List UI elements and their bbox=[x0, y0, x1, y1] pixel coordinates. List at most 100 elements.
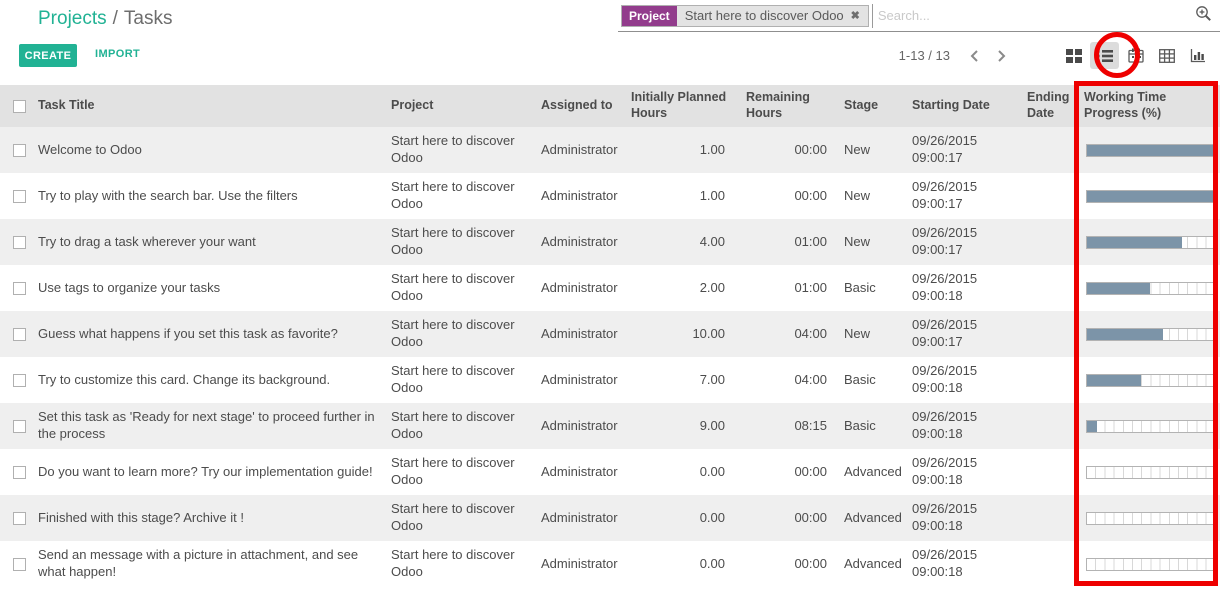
task-title-cell: Send an message with a picture in attach… bbox=[38, 541, 385, 587]
table-row[interactable]: Use tags to organize your tasks Start he… bbox=[0, 265, 1220, 311]
row-checkbox[interactable] bbox=[13, 144, 26, 157]
progress-bar-fill bbox=[1087, 375, 1141, 386]
task-title-cell: Try to play with the search bar. Use the… bbox=[38, 173, 385, 219]
planned-hours-cell: 10.00 bbox=[625, 311, 740, 357]
row-checkbox[interactable] bbox=[13, 512, 26, 525]
pager-next-button[interactable] bbox=[994, 49, 1008, 63]
row-checkbox[interactable] bbox=[13, 236, 26, 249]
progress-cell bbox=[1078, 449, 1220, 495]
assigned-to-cell: Administrator bbox=[535, 403, 625, 449]
progress-bar bbox=[1086, 374, 1214, 387]
column-header-task-title[interactable]: Task Title bbox=[38, 85, 385, 127]
column-header-assigned-to[interactable]: Assigned to bbox=[535, 85, 625, 127]
row-checkbox[interactable] bbox=[13, 328, 26, 341]
starting-date-cell: 09/26/2015 09:00:17 bbox=[906, 311, 1021, 357]
stage-cell: Advanced bbox=[838, 541, 906, 587]
progress-bar bbox=[1086, 558, 1214, 571]
stage-cell: New bbox=[838, 173, 906, 219]
ending-date-cell bbox=[1021, 311, 1078, 357]
odoo-tasks-list-view: Projects / Tasks Project Start here to dis… bbox=[0, 0, 1220, 590]
assigned-to-cell: Administrator bbox=[535, 219, 625, 265]
stage-cell: Basic bbox=[838, 265, 906, 311]
starting-date-cell: 09/26/2015 09:00:18 bbox=[906, 265, 1021, 311]
assigned-to-cell: Administrator bbox=[535, 173, 625, 219]
table-row[interactable]: Set this task as 'Ready for next stage' … bbox=[0, 403, 1220, 449]
pivot-view-icon[interactable] bbox=[1152, 42, 1181, 69]
project-cell: Start here to discover Odoo bbox=[385, 173, 535, 219]
select-all-checkbox[interactable] bbox=[13, 100, 26, 113]
ending-date-cell bbox=[1021, 357, 1078, 403]
column-header-working-time-progress[interactable]: Working Time Progress (%) bbox=[1078, 85, 1220, 127]
progress-bar-fill bbox=[1087, 237, 1182, 248]
breadcrumb-separator: / bbox=[113, 8, 118, 29]
table-row[interactable]: Try to play with the search bar. Use the… bbox=[0, 173, 1220, 219]
progress-cell bbox=[1078, 541, 1220, 587]
breadcrumb-projects-link[interactable]: Projects bbox=[38, 8, 107, 29]
progress-cell bbox=[1078, 495, 1220, 541]
remaining-hours-cell: 01:00 bbox=[740, 265, 838, 311]
row-checkbox[interactable] bbox=[13, 466, 26, 479]
row-checkbox[interactable] bbox=[13, 282, 26, 295]
assigned-to-cell: Administrator bbox=[535, 357, 625, 403]
facet-remove-icon[interactable]: ✖ bbox=[851, 9, 860, 22]
row-checkbox-cell bbox=[0, 219, 38, 265]
row-checkbox-cell bbox=[0, 311, 38, 357]
row-checkbox[interactable] bbox=[13, 420, 26, 433]
column-header-starting-date[interactable]: Starting Date bbox=[906, 85, 1021, 127]
row-checkbox[interactable] bbox=[13, 374, 26, 387]
breadcrumb: Projects / Tasks bbox=[38, 8, 173, 30]
assigned-to-cell: Administrator bbox=[535, 311, 625, 357]
row-checkbox[interactable] bbox=[13, 558, 26, 571]
tasks-table: Task Title Project Assigned to Initially… bbox=[0, 85, 1220, 587]
search-input[interactable] bbox=[872, 4, 1195, 28]
ending-date-cell bbox=[1021, 541, 1078, 587]
import-button[interactable]: IMPORT bbox=[95, 48, 140, 60]
task-title-cell: Try to drag a task wherever your want bbox=[38, 219, 385, 265]
table-row[interactable]: Try to drag a task wherever your want St… bbox=[0, 219, 1220, 265]
row-checkbox-cell bbox=[0, 541, 38, 587]
progress-cell bbox=[1078, 219, 1220, 265]
column-header-remaining-hours[interactable]: Remaining Hours bbox=[740, 85, 838, 127]
remaining-hours-cell: 00:00 bbox=[740, 495, 838, 541]
column-header-project[interactable]: Project bbox=[385, 85, 535, 127]
column-header-stage[interactable]: Stage bbox=[838, 85, 906, 127]
column-header-initially-planned-hours[interactable]: Initially Planned Hours bbox=[625, 85, 740, 127]
remaining-hours-cell: 04:00 bbox=[740, 357, 838, 403]
calendar-view-icon[interactable] bbox=[1121, 42, 1150, 69]
zoom-in-search-icon[interactable] bbox=[1195, 5, 1212, 27]
progress-bar-fill bbox=[1087, 191, 1213, 202]
table-row[interactable]: Guess what happens if you set this task … bbox=[0, 311, 1220, 357]
remaining-hours-cell: 08:15 bbox=[740, 403, 838, 449]
task-title-cell: Try to customize this card. Change its b… bbox=[38, 357, 385, 403]
row-checkbox[interactable] bbox=[13, 190, 26, 203]
row-checkbox-cell bbox=[0, 265, 38, 311]
kanban-view-icon[interactable] bbox=[1059, 42, 1088, 69]
starting-date-cell: 09/26/2015 09:00:17 bbox=[906, 173, 1021, 219]
assigned-to-cell: Administrator bbox=[535, 495, 625, 541]
graph-view-icon[interactable] bbox=[1183, 42, 1212, 69]
remaining-hours-cell: 01:00 bbox=[740, 219, 838, 265]
progress-bar-fill bbox=[1087, 329, 1163, 340]
table-row[interactable]: Send an message with a picture in attach… bbox=[0, 541, 1220, 587]
starting-date-cell: 09/26/2015 09:00:17 bbox=[906, 127, 1021, 173]
table-row[interactable]: Try to customize this card. Change its b… bbox=[0, 357, 1220, 403]
pager-previous-button[interactable] bbox=[968, 49, 982, 63]
table-row[interactable]: Do you want to learn more? Try our imple… bbox=[0, 449, 1220, 495]
table-row[interactable]: Finished with this stage? Archive it ! S… bbox=[0, 495, 1220, 541]
project-cell: Start here to discover Odoo bbox=[385, 495, 535, 541]
remaining-hours-cell: 04:00 bbox=[740, 311, 838, 357]
project-cell: Start here to discover Odoo bbox=[385, 541, 535, 587]
column-header-ending-date[interactable]: Ending Date bbox=[1021, 85, 1078, 127]
table-row[interactable]: Welcome to Odoo Start here to discover O… bbox=[0, 127, 1220, 173]
list-view-icon[interactable] bbox=[1090, 42, 1119, 69]
ending-date-cell bbox=[1021, 219, 1078, 265]
facet-value: Start here to discover Odoo ✖ bbox=[677, 6, 868, 26]
assigned-to-cell: Administrator bbox=[535, 127, 625, 173]
stage-cell: Advanced bbox=[838, 495, 906, 541]
create-button[interactable]: CREATE bbox=[19, 44, 77, 67]
task-title-cell: Welcome to Odoo bbox=[38, 127, 385, 173]
breadcrumb-current-tasks: Tasks bbox=[124, 8, 173, 29]
planned-hours-cell: 0.00 bbox=[625, 449, 740, 495]
progress-cell bbox=[1078, 357, 1220, 403]
task-title-cell: Finished with this stage? Archive it ! bbox=[38, 495, 385, 541]
